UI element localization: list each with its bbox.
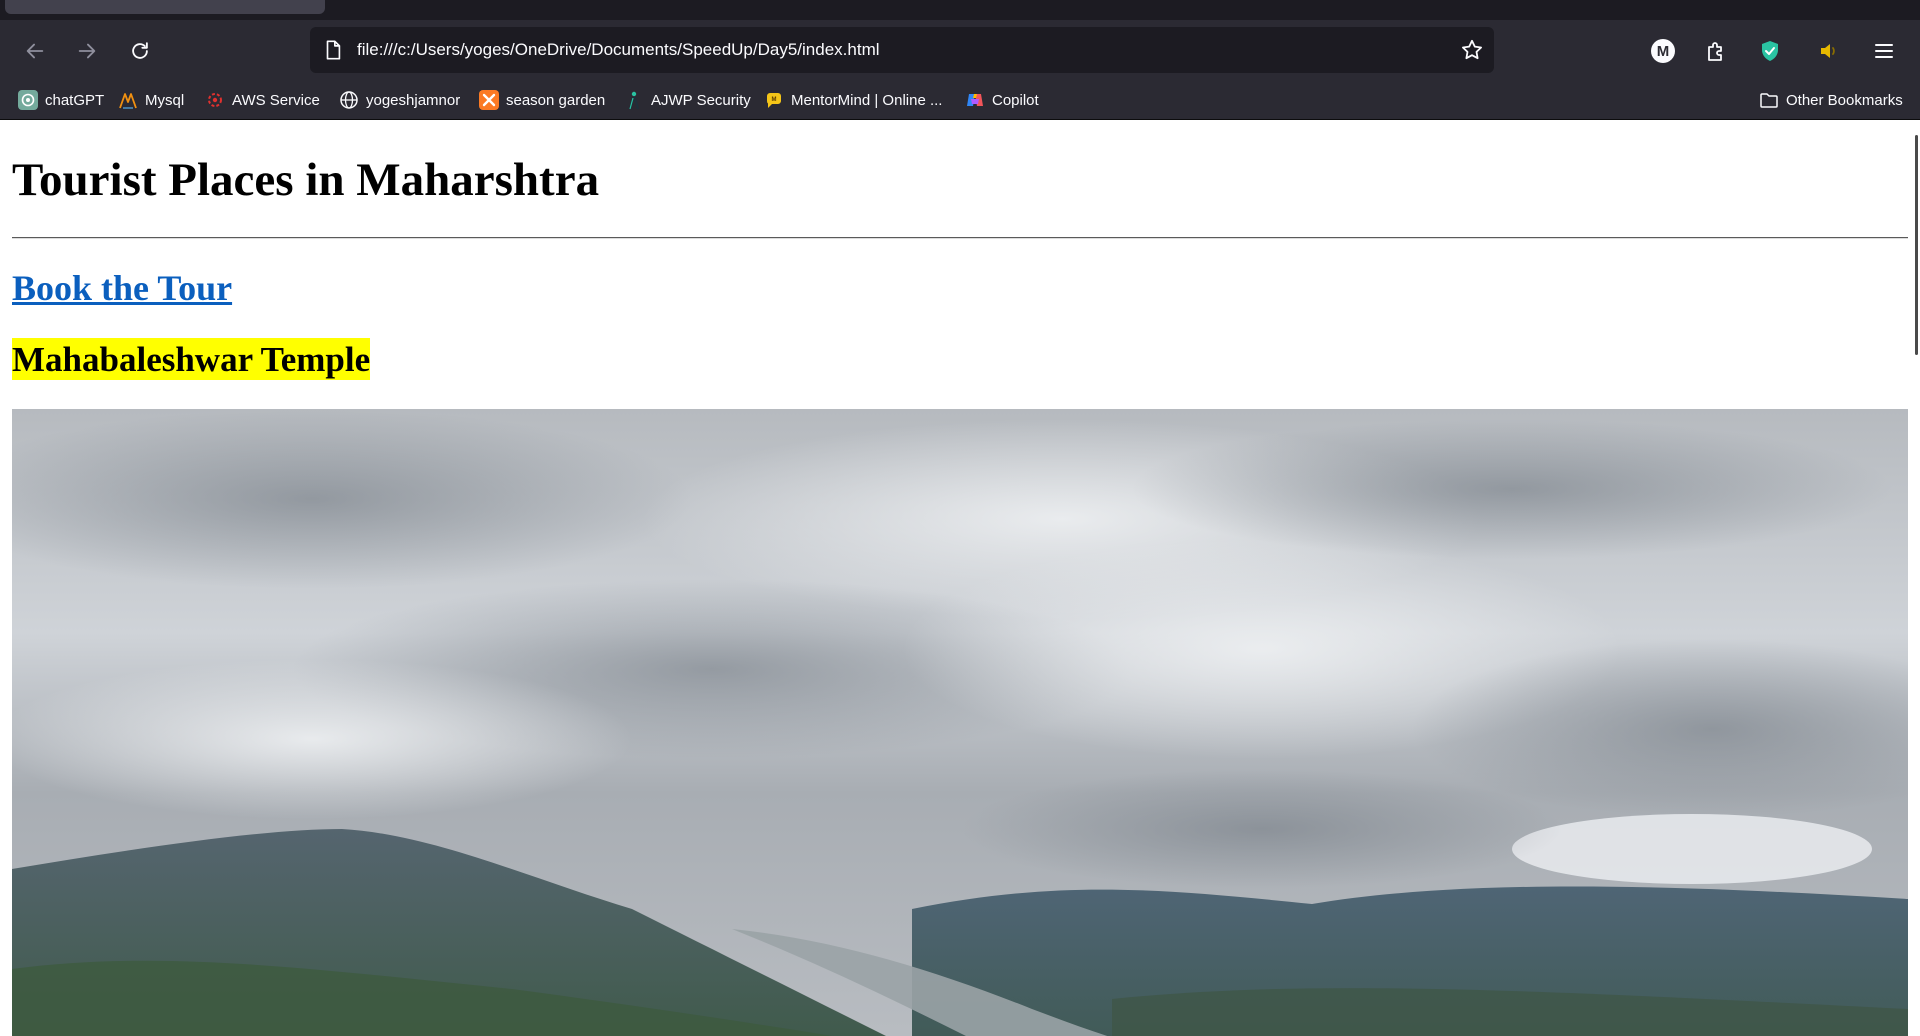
reload-icon (132, 42, 148, 59)
bookmark-label: AJWP Security (651, 91, 751, 109)
speaker-icon (1821, 44, 1835, 58)
shield-extension-button[interactable] (1753, 34, 1787, 68)
account-button[interactable]: M (1646, 34, 1680, 68)
mahabaleshwar-photo (12, 409, 1908, 1036)
account-avatar: M (1651, 39, 1675, 63)
globe-icon (339, 90, 359, 110)
mysql-icon (118, 90, 138, 110)
chatgpt-icon (18, 90, 38, 110)
bookmark-label: yogeshjamnor (366, 91, 461, 109)
forward-button[interactable] (69, 34, 105, 68)
active-tab[interactable] (5, 0, 325, 14)
other-bookmarks-button[interactable]: Other Bookmarks (1759, 89, 1903, 111)
bookmark-label: Mysql (145, 91, 185, 109)
forward-arrow-icon (78, 43, 96, 59)
page-title: Tourist Places in Maharshtra (12, 154, 600, 206)
address-bar[interactable]: file:///c:/Users/yoges/OneDrive/Document… (310, 27, 1494, 73)
horizontal-rule (12, 237, 1908, 239)
security-icon (624, 90, 644, 110)
bookmark-star-icon[interactable] (1460, 38, 1484, 62)
other-bookmarks-label: Other Bookmarks (1786, 91, 1903, 109)
mentormind-icon: M (764, 90, 784, 110)
bookmark-yogeshjamnor[interactable]: yogeshjamnor (339, 89, 460, 111)
reload-button[interactable] (122, 34, 158, 68)
bookmark-aws-service[interactable]: AWS Service (205, 89, 320, 111)
bookmarks-toolbar: chatGPT Mysql AWS Service yogeshjamnor s… (0, 80, 1920, 120)
xampp-icon (479, 90, 499, 110)
copilot-icon (965, 90, 985, 110)
bookmark-label: chatGPT (45, 91, 105, 109)
book-tour-link[interactable]: Book the Tour (12, 267, 232, 309)
back-arrow-icon (26, 43, 44, 59)
bookmark-copilot[interactable]: Copilot (965, 89, 1039, 111)
bookmark-ajwp-security[interactable]: AJWP Security (624, 89, 751, 111)
bookmark-label: AWS Service (232, 91, 320, 109)
aws-icon (205, 90, 225, 110)
puzzle-icon (1708, 42, 1722, 61)
audio-button[interactable] (1812, 34, 1846, 68)
bookmark-chatgpt[interactable]: chatGPT (18, 89, 104, 111)
scrollbar-thumb[interactable] (1915, 135, 1918, 355)
extensions-button[interactable] (1699, 34, 1733, 68)
bookmark-mentormind[interactable]: M MentorMind | Online ... (764, 89, 942, 111)
bookmark-mysql[interactable]: Mysql (118, 89, 184, 111)
page-scrollbar[interactable] (1910, 121, 1920, 1036)
bookmark-label: MentorMind | Online ... (791, 91, 943, 109)
hamburger-menu-icon (1875, 44, 1893, 58)
page-content: Tourist Places in Maharshtra Book the To… (0, 121, 1910, 1036)
navigation-toolbar: file:///c:/Users/yoges/OneDrive/Document… (0, 20, 1920, 80)
shield-icon (1762, 41, 1778, 61)
tab-strip (0, 0, 1920, 20)
svg-text:M: M (772, 97, 777, 103)
bookmark-label: season garden (506, 91, 606, 109)
bookmark-season-garden[interactable]: season garden (479, 89, 605, 111)
place-heading: Mahabaleshwar Temple (12, 338, 371, 380)
menu-button[interactable] (1867, 34, 1901, 68)
folder-icon (1759, 90, 1779, 110)
bookmark-label: Copilot (992, 91, 1039, 109)
back-button[interactable] (17, 34, 53, 68)
url-text[interactable]: file:///c:/Users/yoges/OneDrive/Document… (357, 40, 880, 60)
page-icon (326, 40, 341, 60)
